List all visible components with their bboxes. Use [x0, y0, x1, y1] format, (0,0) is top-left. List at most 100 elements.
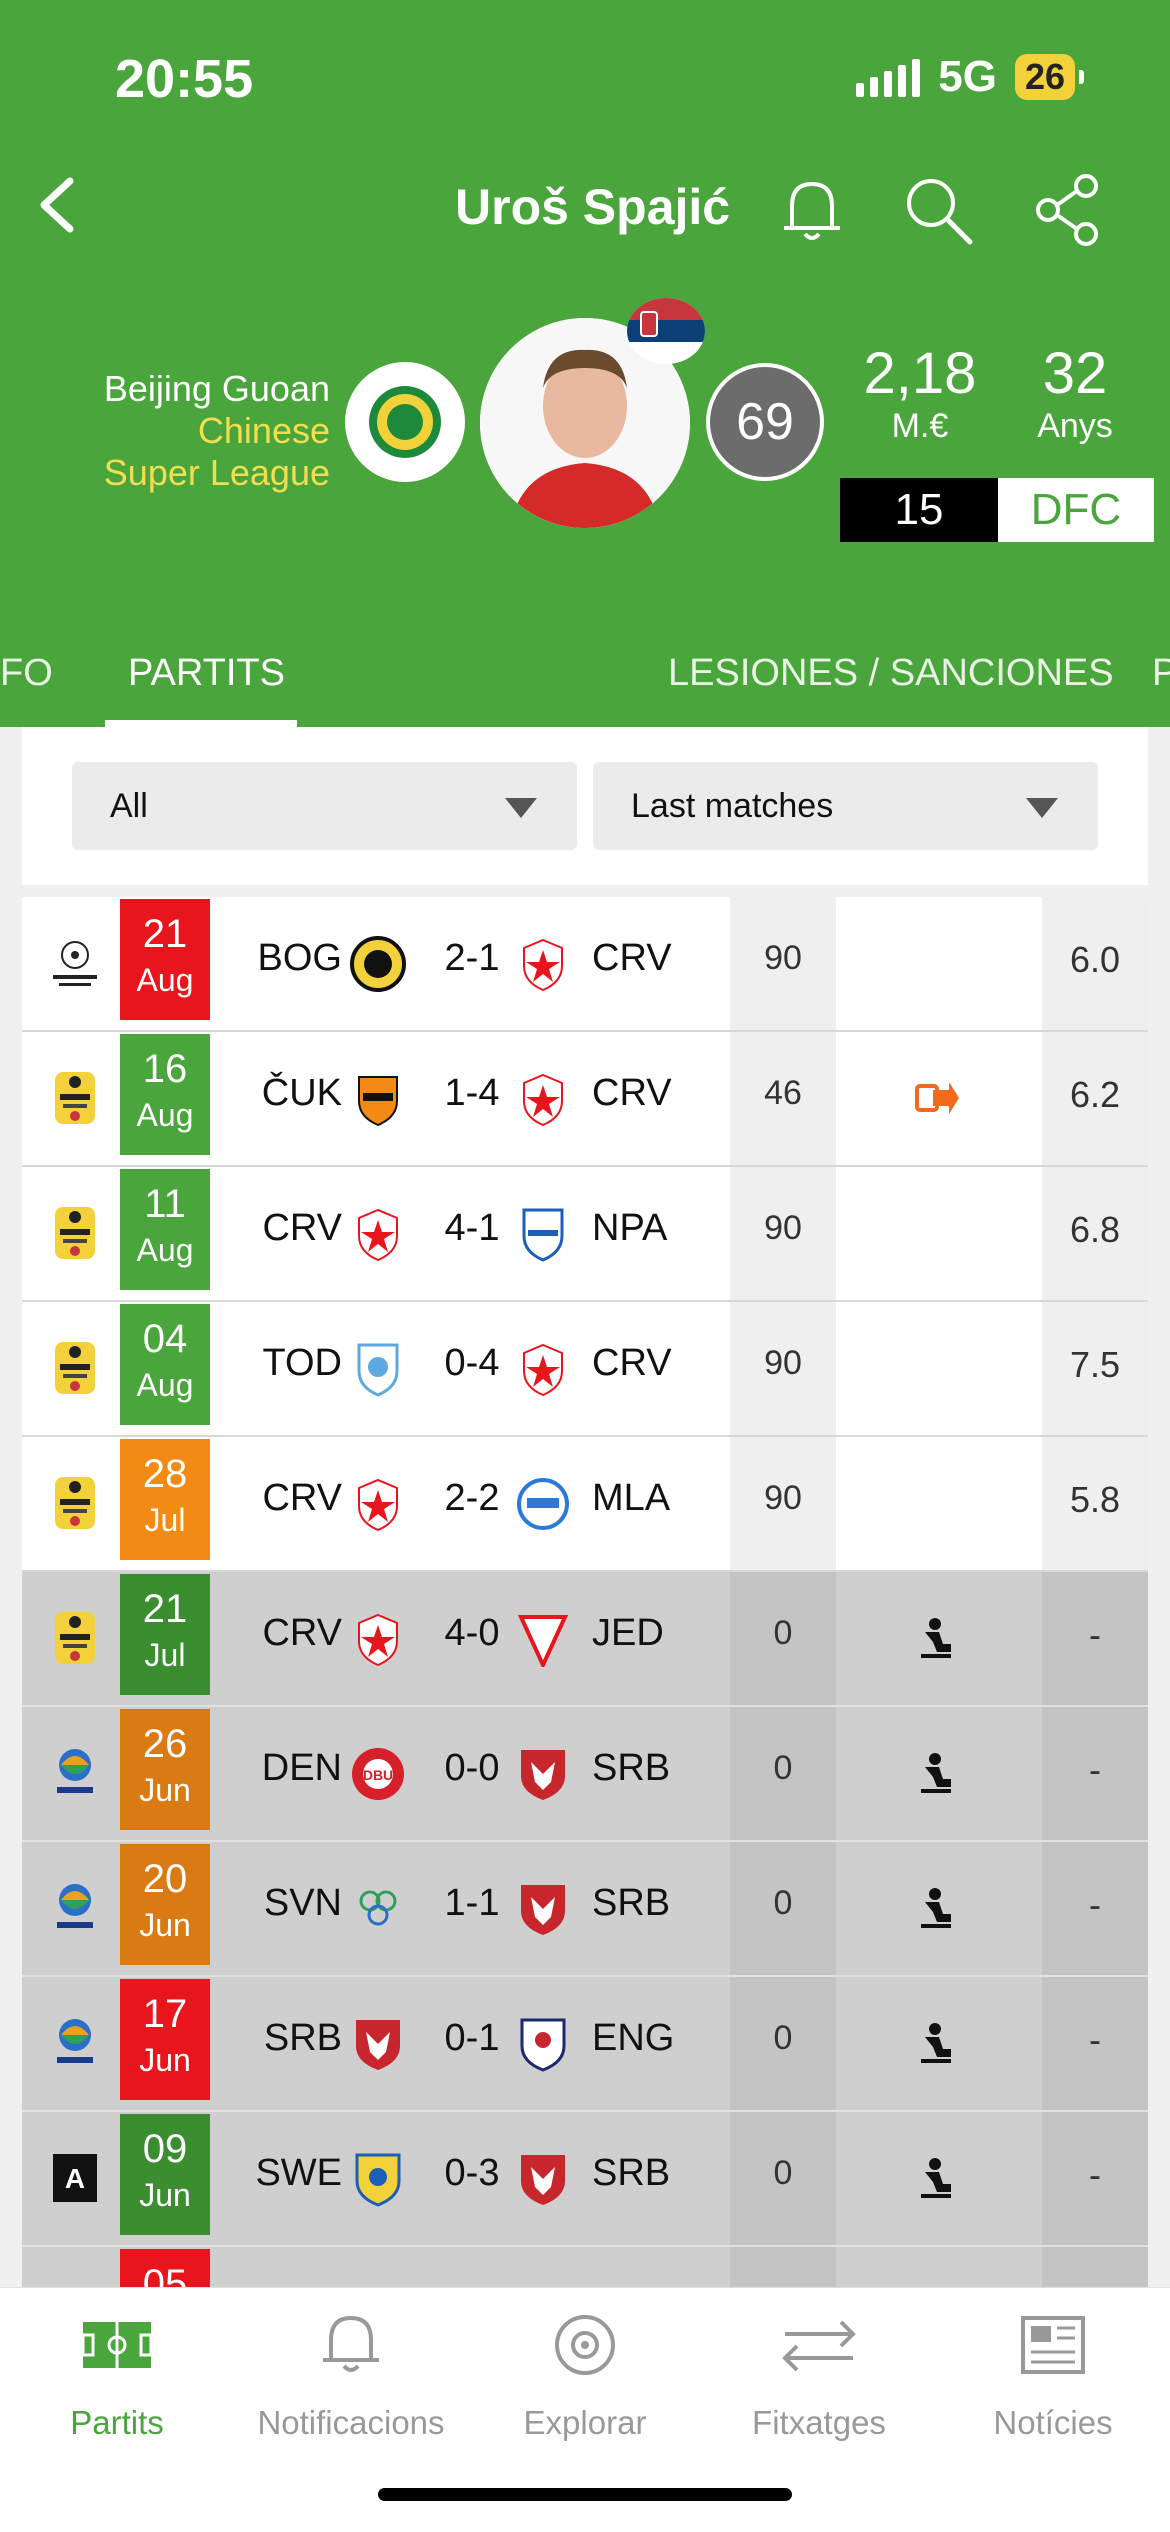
- nav-explore[interactable]: Explorar: [468, 2288, 702, 2488]
- chevron-down-icon: [505, 798, 537, 818]
- match-row[interactable]: 11 Aug CRV 4-1 NPA 90 6.8: [22, 1167, 1148, 1302]
- match-score: 4-0: [444, 1612, 500, 1654]
- match-day: 17: [142, 1992, 188, 2036]
- transfer-icon: [782, 2320, 856, 2372]
- matches-list: 21 Aug BOG 2-1 CRV 90 6.0 16 Aug ČUK 1-4 CRV 46 6.2 11…: [22, 897, 1148, 2287]
- home-team: DEN: [261, 1747, 342, 1789]
- mozzart-superliga-icon: [44, 1065, 106, 1131]
- match-date: 11 Aug: [120, 1169, 210, 1290]
- match-date: 09 Jun: [120, 2114, 210, 2235]
- match-row[interactable]: 28 Jul CRV 2-2 MLA 90 5.8: [22, 1437, 1148, 1572]
- match-score: 0-4: [444, 1342, 500, 1384]
- match-event: [902, 1608, 972, 1668]
- nav-label: Partits: [70, 2404, 164, 2441]
- match-month: Aug: [136, 962, 194, 998]
- bell-icon[interactable]: [772, 170, 852, 250]
- match-month: Jun: [139, 1907, 191, 1943]
- match-row[interactable]: 21 Aug BOG 2-1 CRV 90 6.0: [22, 897, 1148, 1032]
- page-title: Uroš Spajić: [455, 179, 731, 235]
- tab-matches[interactable]: PARTITS: [128, 652, 285, 695]
- match-date: 04 Aug: [120, 1304, 210, 1425]
- match-score: 0-1: [444, 2017, 500, 2059]
- match-month: Aug: [136, 1367, 194, 1403]
- bench-icon: [921, 2158, 951, 2198]
- match-event: [902, 2148, 972, 2208]
- match-date: 21 Aug: [120, 899, 210, 1020]
- match-month: Jul: [144, 1637, 186, 1673]
- match-row[interactable]: 26 Jun DEN DBU 0-0 SRB 0 -: [22, 1707, 1148, 1842]
- match-rating: 6.8: [1069, 1209, 1121, 1250]
- match-rating: 5.8: [1069, 1479, 1121, 1520]
- match-score: 2-1: [444, 937, 500, 979]
- match-day: 28: [142, 1452, 188, 1496]
- serbia-flag-icon: [627, 298, 705, 364]
- tab-injuries[interactable]: LESIONES / SANCIONES: [668, 652, 1114, 695]
- away-team: SRB: [592, 1882, 671, 1924]
- player-rating-badge: 69: [706, 363, 824, 481]
- home-crest-icon: [347, 933, 409, 995]
- home-crest-icon: [347, 1338, 409, 1400]
- minutes-played: 90: [764, 1209, 802, 1247]
- bench-icon: [921, 1888, 951, 1928]
- search-icon[interactable]: [898, 170, 978, 250]
- match-row[interactable]: 05: [22, 2247, 1148, 2287]
- match-date: 28 Jul: [120, 1439, 210, 1560]
- home-team: CRV: [262, 1612, 342, 1654]
- away-crest-icon: [512, 1068, 574, 1130]
- away-team: CRV: [592, 1072, 672, 1114]
- match-date: 20 Jun: [120, 1844, 210, 1965]
- nav-notifications[interactable]: Notificacions: [234, 2288, 468, 2488]
- match-row[interactable]: 17 Jun SRB 0-1 ENG 0 -: [22, 1977, 1148, 2112]
- chevron-down-icon: [1026, 798, 1058, 818]
- tab-more[interactable]: P: [1152, 652, 1170, 695]
- range-select[interactable]: Last matches: [593, 762, 1098, 850]
- nav-transfers[interactable]: Fitxatges: [702, 2288, 936, 2488]
- mozzart-superliga-icon: [44, 1335, 106, 1401]
- minutes-played: 0: [773, 1749, 793, 1787]
- match-day: 05: [142, 2262, 188, 2287]
- match-row[interactable]: 04 Aug TOD 0-4 CRV 90 7.5: [22, 1302, 1148, 1437]
- match-score: 0-0: [444, 1747, 500, 1789]
- nav-matches[interactable]: Partits: [0, 2288, 234, 2488]
- unknown-icon: [44, 2280, 106, 2287]
- tab-info[interactable]: FO: [0, 652, 53, 695]
- nav-news[interactable]: Notícies: [936, 2288, 1170, 2488]
- bell-icon: [323, 2315, 379, 2372]
- match-day: 21: [142, 912, 188, 956]
- match-rating: -: [1089, 1614, 1101, 1655]
- match-rating: -: [1089, 2019, 1101, 2060]
- club-info[interactable]: Beijing Guoan Chinese Super League: [100, 368, 330, 494]
- match-event: [902, 1743, 972, 1803]
- status-indicators: 5G 26: [856, 52, 1085, 102]
- match-day: 11: [144, 1182, 186, 1226]
- match-month: Jun: [139, 1772, 191, 1808]
- shirt-number: 15: [840, 478, 998, 542]
- competition-select-value: All: [110, 786, 148, 825]
- match-row[interactable]: 21 Jul CRV 4-0 JED 0 -: [22, 1572, 1148, 1707]
- match-row[interactable]: A 09 Jun SWE 0-3 SRB 0 -: [22, 2112, 1148, 2247]
- bench-icon: [921, 2023, 951, 2063]
- match-score: 2-2: [444, 1477, 500, 1519]
- match-event: [902, 1338, 972, 1398]
- home-team: SWE: [255, 2152, 342, 2194]
- competition-select[interactable]: All: [72, 762, 577, 850]
- club-badge-icon[interactable]: [345, 362, 465, 482]
- match-day: 16: [142, 1047, 188, 1091]
- match-rating: -: [1089, 1884, 1101, 1925]
- match-row[interactable]: 16 Aug ČUK 1-4 CRV 46 6.2: [22, 1032, 1148, 1167]
- match-event: [902, 1473, 972, 1533]
- match-day: 09: [142, 2127, 188, 2171]
- back-arrow-icon[interactable]: [30, 175, 90, 235]
- home-team: TOD: [262, 1342, 342, 1384]
- active-tab-indicator: [105, 720, 297, 727]
- nav-label: Notícies: [993, 2404, 1113, 2441]
- match-date: 17 Jun: [120, 1979, 210, 2100]
- share-icon[interactable]: [1028, 170, 1108, 250]
- away-crest-icon: [512, 1473, 574, 1535]
- club-name: Beijing Guoan: [103, 368, 330, 409]
- matches-content: All Last matches 21 Aug BOG 2-1 CRV 90 6.0 16 Au…: [0, 727, 1170, 2287]
- match-row[interactable]: 20 Jun SVN 1-1 SRB 0 -: [22, 1842, 1148, 1977]
- match-event: [902, 933, 972, 993]
- news-icon: [1021, 2316, 1085, 2374]
- home-indicator: [378, 2488, 792, 2501]
